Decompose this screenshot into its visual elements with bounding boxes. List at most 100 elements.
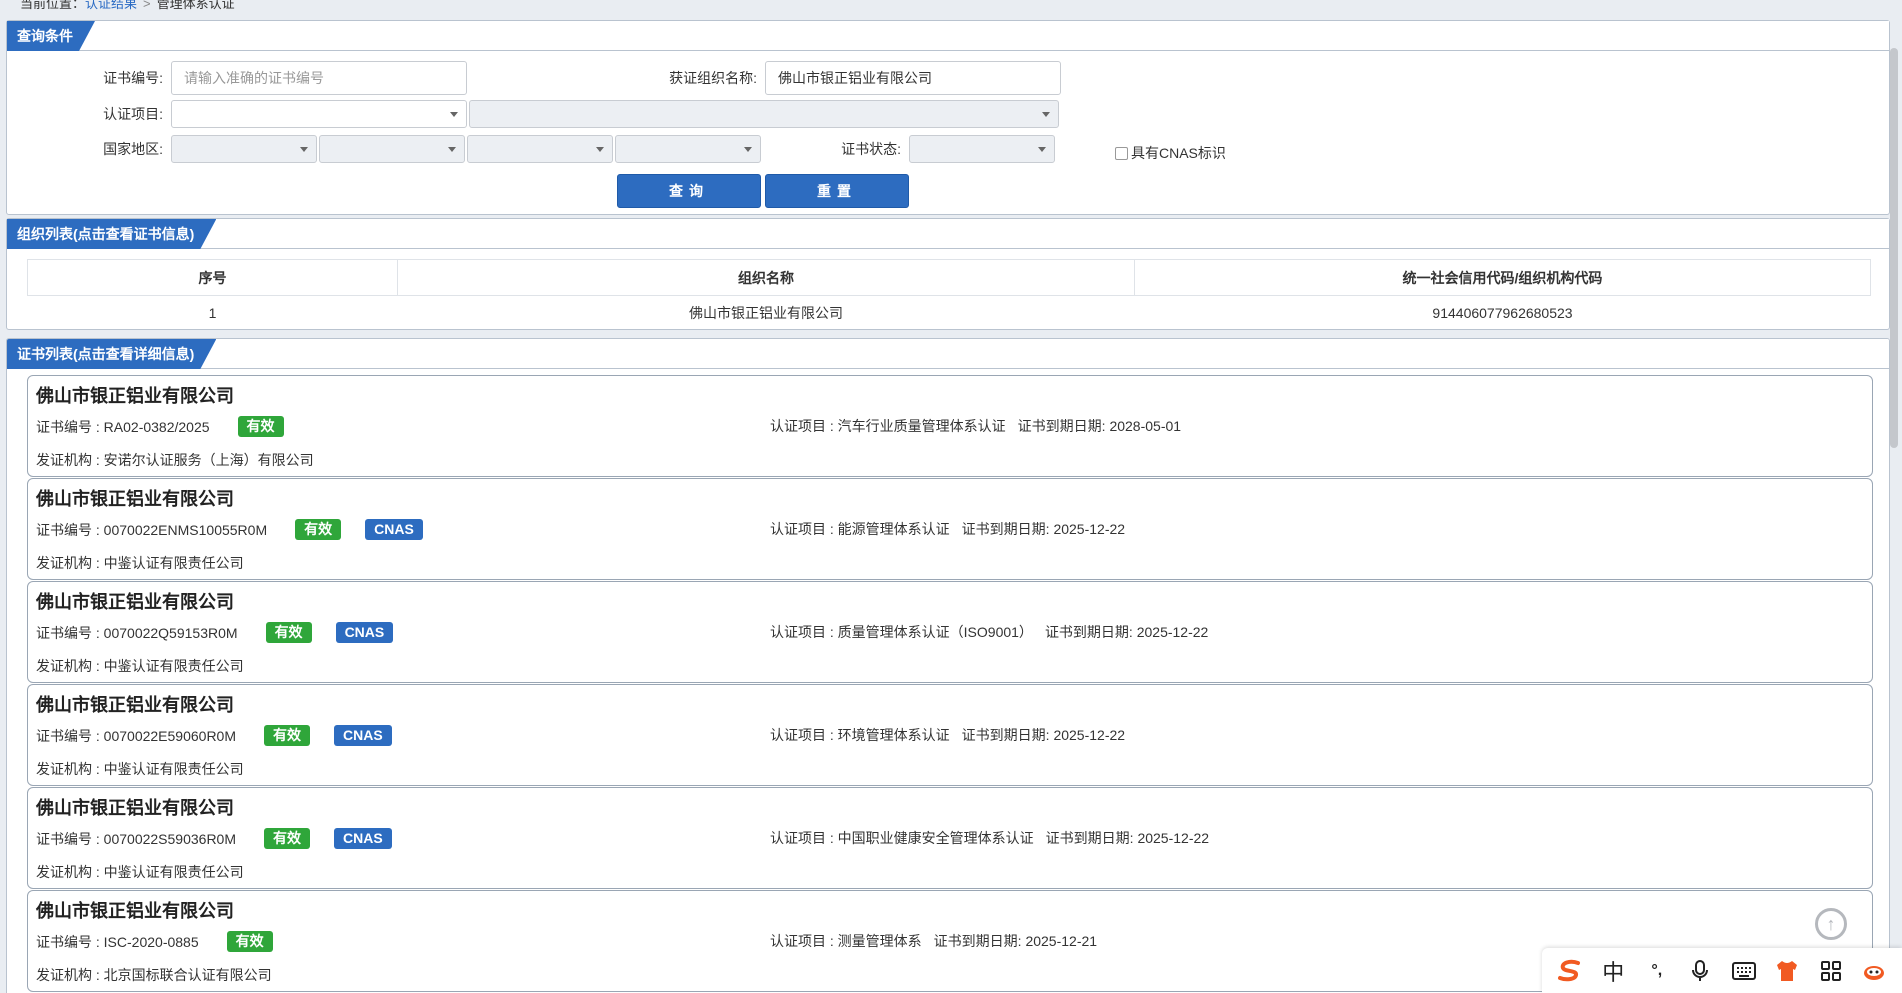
region-row: 国家地区: xyxy=(67,135,761,163)
cert-list-tab: 证书列表(点击查看详细信息) xyxy=(7,339,216,369)
sogou-logo-icon[interactable] xyxy=(1556,957,1584,985)
breadcrumb-home-link[interactable]: 认证结果 xyxy=(85,0,137,11)
microphone-icon[interactable] xyxy=(1686,957,1714,985)
region-label: 国家地区: xyxy=(103,141,163,157)
status-select[interactable] xyxy=(909,135,1055,163)
org-name-label: 获证组织名称: xyxy=(669,70,757,86)
cert-project-line: 认证项目 : 质量管理体系认证（ISO9001） 证书到期日期: 2025-12… xyxy=(770,622,1208,642)
cert-card-3[interactable]: 佛山市银正铝业有限公司 证书编号 : 0070022Q59153R0M 有效 C… xyxy=(27,581,1873,683)
chevron-down-icon xyxy=(450,112,458,117)
org-list-header: 组织列表(点击查看证书信息) xyxy=(7,219,1889,249)
cert-no-line: 证书编号 : 0070022E59060R0M 有效 CNAS xyxy=(36,725,392,746)
status-badge: 有效 xyxy=(264,725,310,746)
ime-mode-indicator[interactable]: 中 xyxy=(1599,957,1627,985)
ime-punctuation-toggle[interactable]: °, xyxy=(1643,957,1671,985)
cert-issuer: 发证机构 : 中鉴认证有限责任公司 xyxy=(36,658,244,674)
cert-no: 证书编号 : 0070022Q59153R0M xyxy=(36,624,238,641)
cell-org-name[interactable]: 佛山市银正铝业有限公司 xyxy=(398,296,1135,330)
status-badge: 有效 xyxy=(265,622,312,643)
cert-card-2[interactable]: 佛山市银正铝业有限公司 证书编号 : 0070022ENMS10055R0M 有… xyxy=(27,478,1873,580)
chevron-down-icon xyxy=(1038,147,1046,152)
arrow-up-icon: ↑ xyxy=(1826,913,1836,934)
col-header-org-name: 组织名称 xyxy=(397,259,1135,296)
cert-no: 证书编号 : 0070022S59036R0M xyxy=(36,830,236,847)
status-row: 证书状态: xyxy=(819,135,1055,163)
back-to-top-button[interactable]: ↑ xyxy=(1815,908,1847,940)
cert-title: 佛山市银正铝业有限公司 xyxy=(36,489,234,509)
cert-project-line: 认证项目 : 汽车行业质量管理体系认证 证书到期日期: 2028-05-01 xyxy=(770,416,1181,436)
cert-expiry: 证书到期日期: 2025-12-22 xyxy=(1045,830,1210,846)
cert-project-line: 认证项目 : 环境管理体系认证 证书到期日期: 2025-12-22 xyxy=(770,725,1125,745)
cert-no-line: 证书编号 : 0070022Q59153R0M 有效 CNAS xyxy=(36,622,394,643)
cert-card-4[interactable]: 佛山市银正铝业有限公司 证书编号 : 0070022E59060R0M 有效 C… xyxy=(27,684,1873,786)
cnas-badge: CNAS xyxy=(365,519,423,540)
cert-no: 证书编号 : RA02-0382/2025 xyxy=(36,418,210,435)
cert-expiry: 证书到期日期: 2028-05-01 xyxy=(1017,418,1182,434)
region-select-4[interactable] xyxy=(615,135,761,163)
cert-no-line: 证书编号 : 0070022ENMS10055R0M 有效 CNAS xyxy=(36,519,423,540)
chevron-down-icon xyxy=(300,147,308,152)
cert-expiry: 证书到期日期: 2025-12-22 xyxy=(961,521,1126,537)
breadcrumb: 当前位置：认证结果 > 管理体系认证 xyxy=(20,0,235,12)
skin-shirt-icon[interactable] xyxy=(1773,957,1801,985)
org-list-panel: 组织列表(点击查看证书信息) 序号 组织名称 统一社会信用代码/组织机构代码 1… xyxy=(6,218,1890,330)
cert-title: 佛山市银正铝业有限公司 xyxy=(36,901,234,921)
cert-project-line: 认证项目 : 中国职业健康安全管理体系认证 证书到期日期: 2025-12-22 xyxy=(770,828,1209,848)
breadcrumb-current: 管理体系认证 xyxy=(156,0,235,11)
cert-project-line: 认证项目 : 能源管理体系认证 证书到期日期: 2025-12-22 xyxy=(770,519,1125,539)
cell-index: 1 xyxy=(208,304,217,321)
cert-title: 佛山市银正铝业有限公司 xyxy=(36,695,234,715)
cert-no-row: 证书编号: xyxy=(67,61,467,95)
cert-issuer: 发证机构 : 北京国标联合认证有限公司 xyxy=(36,967,272,983)
cert-no-label: 证书编号: xyxy=(103,70,163,86)
keyboard-icon[interactable] xyxy=(1730,957,1758,985)
cert-project-line: 认证项目 : 测量管理体系 证书到期日期: 2025-12-21 xyxy=(770,931,1097,951)
cert-project: 认证项目 : 质量管理体系认证（ISO9001） xyxy=(770,624,1033,640)
cert-issuer: 发证机构 : 安诺尔认证服务（上海）有限公司 xyxy=(36,452,314,468)
project-category-select[interactable] xyxy=(171,100,467,128)
cnas-badge: CNAS xyxy=(334,725,392,746)
cert-project: 认证项目 : 测量管理体系 xyxy=(770,933,922,949)
cert-expiry: 证书到期日期: 2025-12-21 xyxy=(933,933,1098,949)
query-panel: 查询条件 证书编号: 获证组织名称: 认证项目: 国家地区: 证书状态: 具有C… xyxy=(6,20,1890,215)
cnas-row: 具有CNAS标识 xyxy=(1115,143,1226,163)
cnas-checkbox[interactable] xyxy=(1115,146,1128,160)
org-list-tab: 组织列表(点击查看证书信息) xyxy=(7,219,216,249)
cert-project: 认证项目 : 环境管理体系认证 xyxy=(770,727,950,743)
org-name-input[interactable] xyxy=(765,61,1061,95)
project-detail-select[interactable] xyxy=(469,100,1059,128)
region-select-3[interactable] xyxy=(467,135,613,163)
cert-expiry: 证书到期日期: 2025-12-22 xyxy=(961,727,1126,743)
cert-title: 佛山市银正铝业有限公司 xyxy=(36,386,234,406)
chevron-down-icon xyxy=(1042,112,1050,117)
search-button[interactable]: 查询 xyxy=(617,174,761,208)
col-header-credit-code: 统一社会信用代码/组织机构代码 xyxy=(1134,259,1871,296)
toolbox-grid-icon[interactable] xyxy=(1817,957,1845,985)
region-select-1[interactable] xyxy=(171,135,317,163)
project-row: 认证项目: xyxy=(67,100,1059,128)
cert-card-1[interactable]: 佛山市银正铝业有限公司 证书编号 : RA02-0382/2025 有效 认证项… xyxy=(27,375,1873,477)
cert-project: 认证项目 : 中国职业健康安全管理体系认证 xyxy=(770,830,1034,846)
project-label: 认证项目: xyxy=(103,106,163,122)
page-scrollbar[interactable] xyxy=(1890,48,1898,448)
cert-card-5[interactable]: 佛山市银正铝业有限公司 证书编号 : 0070022S59036R0M 有效 C… xyxy=(27,787,1873,889)
sogou-mascot-icon[interactable] xyxy=(1860,957,1888,985)
reset-button[interactable]: 重置 xyxy=(765,174,909,208)
cert-list-header: 证书列表(点击查看详细信息) xyxy=(7,339,1889,369)
cert-issuer: 发证机构 : 中鉴认证有限责任公司 xyxy=(36,761,244,777)
cnas-badge: CNAS xyxy=(335,622,394,643)
table-row[interactable]: 1 佛山市银正铝业有限公司 914406077962680523 xyxy=(28,296,1871,330)
cert-no-line: 证书编号 : RA02-0382/2025 有效 xyxy=(36,416,284,437)
cnas-badge: CNAS xyxy=(334,828,392,849)
cert-no: 证书编号 : 0070022E59060R0M xyxy=(36,727,236,744)
cert-no-line: 证书编号 : 0070022S59036R0M 有效 CNAS xyxy=(36,828,392,849)
cert-project: 认证项目 : 汽车行业质量管理体系认证 xyxy=(770,418,1006,434)
status-badge: 有效 xyxy=(237,416,284,437)
cert-list-panel: 证书列表(点击查看详细信息) 佛山市银正铝业有限公司 证书编号 : RA02-0… xyxy=(6,338,1890,993)
chevron-down-icon xyxy=(744,147,752,152)
cert-project: 认证项目 : 能源管理体系认证 xyxy=(770,521,950,537)
chevron-down-icon xyxy=(448,147,456,152)
region-select-2[interactable] xyxy=(319,135,465,163)
cert-no-input[interactable] xyxy=(171,61,467,95)
status-badge: 有效 xyxy=(264,828,310,849)
